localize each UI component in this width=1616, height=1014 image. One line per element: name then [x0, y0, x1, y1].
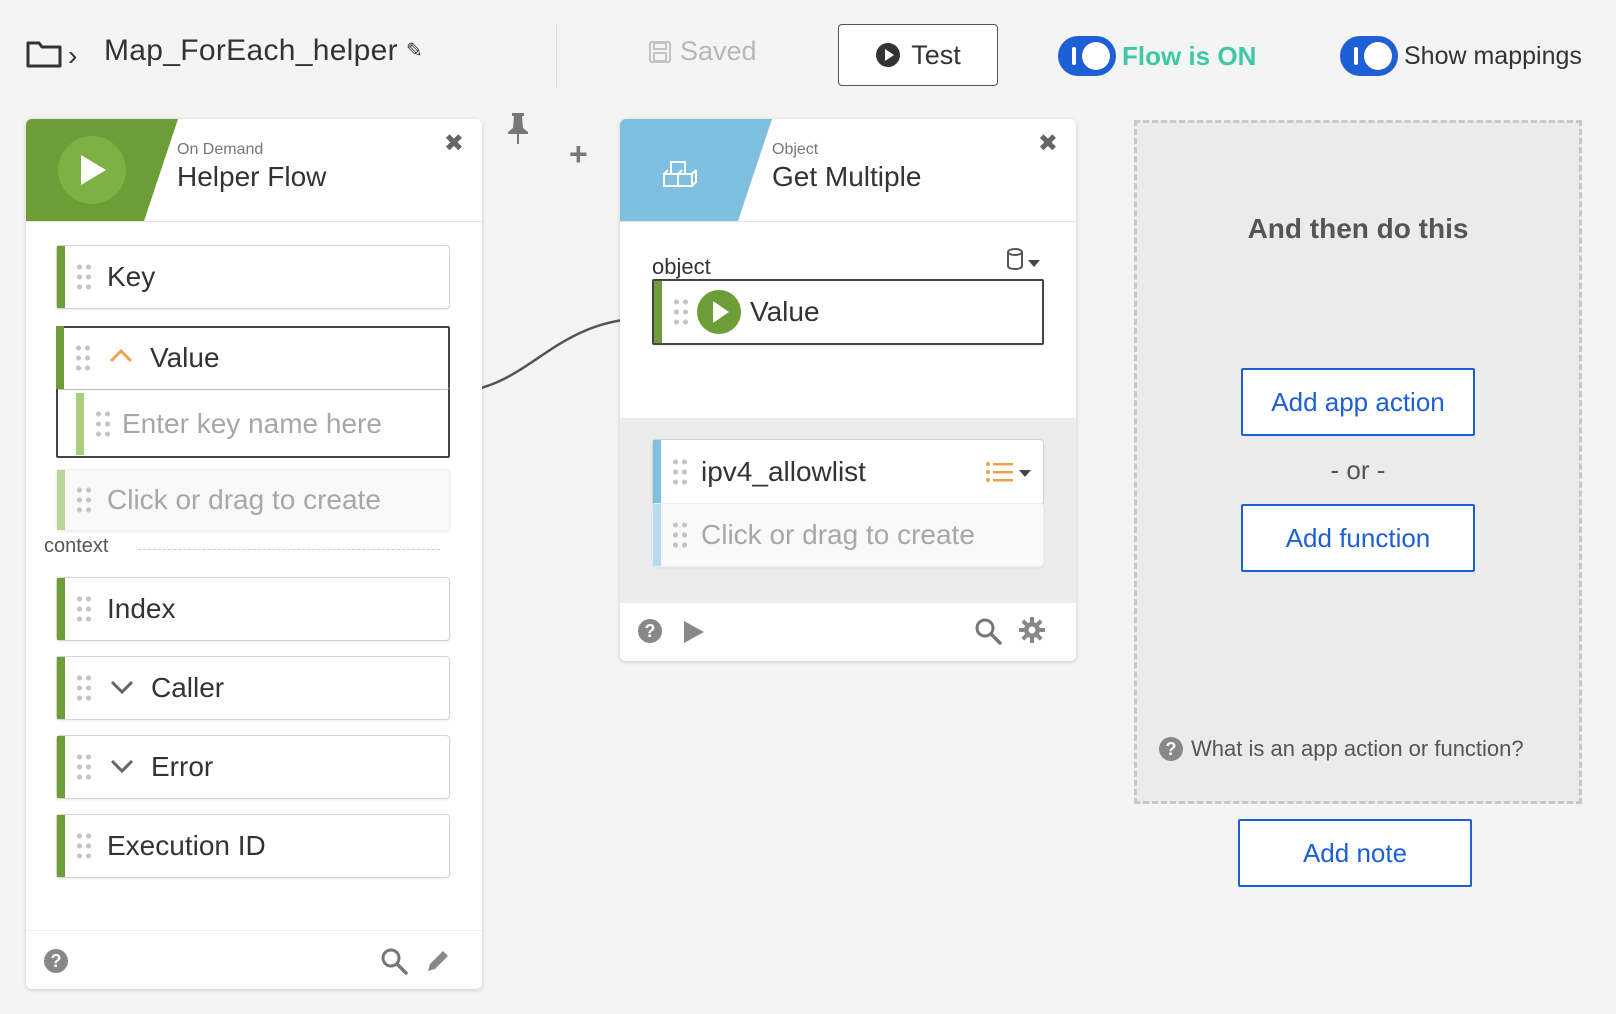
drag-handle-icon[interactable] — [75, 673, 91, 703]
action-title[interactable]: Get Multiple — [772, 161, 921, 193]
context-label: context — [44, 535, 109, 557]
test-label: Test — [911, 39, 961, 70]
close-icon[interactable]: ✖ — [444, 129, 464, 158]
chevron-up-icon[interactable] — [108, 346, 134, 364]
action-card-header: Object Get Multiple ✖ — [620, 119, 1076, 222]
toggle-switch[interactable] — [1058, 36, 1116, 76]
add-function-button[interactable]: Add function — [1241, 504, 1475, 572]
field-label: Key — [107, 261, 156, 292]
flow-status-toggle[interactable]: Flow is ON — [1058, 36, 1256, 76]
drag-handle-icon[interactable] — [75, 752, 91, 782]
list-dropdown-icon[interactable] — [985, 460, 1035, 486]
field-error[interactable]: Error — [56, 735, 450, 799]
trigger-title[interactable]: Helper Flow — [177, 161, 326, 193]
add-step-plus-icon[interactable]: + — [569, 136, 588, 173]
create-output-field[interactable]: Click or drag to create — [652, 503, 1044, 567]
chevron-down-icon[interactable] — [109, 679, 135, 697]
trigger-card-footer: ? — [26, 930, 482, 989]
help-link[interactable]: ? What is an app action or function? — [1159, 736, 1524, 762]
breadcrumb-chevron-icon: › — [68, 40, 78, 71]
field-caller[interactable]: Caller — [56, 656, 450, 720]
create-field[interactable]: Click or drag to create — [56, 469, 450, 531]
next-step-panel: And then do this Add app action - or - A… — [1134, 120, 1582, 804]
test-button[interactable]: Test — [838, 24, 998, 86]
trigger-banner — [26, 119, 178, 221]
output-label: ipv4_allowlist — [701, 456, 866, 487]
key-name-placeholder: Enter key name here — [122, 408, 382, 439]
input-value-mapped[interactable]: Value — [652, 279, 1044, 345]
field-value[interactable]: Value — [56, 326, 450, 390]
drag-handle-icon[interactable] — [672, 297, 688, 327]
context-divider — [138, 549, 440, 550]
save-icon — [649, 40, 671, 63]
field-label: Value — [150, 341, 220, 373]
database-dropdown-icon[interactable] — [1006, 247, 1042, 273]
create-placeholder: Click or drag to create — [107, 484, 381, 515]
help-icon[interactable]: ? — [44, 949, 68, 973]
saved-indicator: Saved — [648, 36, 757, 67]
drag-handle-icon[interactable] — [74, 342, 90, 373]
help-icon: ? — [1159, 737, 1183, 761]
toggle-switch[interactable] — [1340, 36, 1398, 76]
action-card-footer: ? — [620, 603, 1076, 661]
pencil-icon[interactable]: ✎ — [406, 38, 423, 63]
next-step-title: And then do this — [1247, 213, 1469, 244]
key-name-input[interactable]: Enter key name here — [76, 393, 448, 455]
add-app-action-button[interactable]: Add app action — [1241, 368, 1475, 436]
field-label: Index — [107, 593, 176, 624]
drag-handle-icon[interactable] — [671, 457, 687, 487]
drag-handle-icon[interactable] — [75, 485, 91, 515]
search-icon[interactable] — [974, 617, 1002, 645]
output-ipv4-allowlist[interactable]: ipv4_allowlist — [652, 439, 1044, 505]
drag-handle-icon[interactable] — [75, 831, 91, 861]
close-icon[interactable]: ✖ — [1038, 129, 1058, 158]
show-mappings-label: Show mappings — [1404, 41, 1582, 70]
field-label: Error — [151, 751, 214, 782]
trigger-card: On Demand Helper Flow ✖ Key Value Enter … — [26, 119, 482, 989]
drag-handle-icon[interactable] — [94, 409, 110, 439]
gear-icon[interactable] — [1018, 616, 1046, 644]
drag-handle-icon[interactable] — [75, 594, 91, 624]
pencil-icon[interactable] — [424, 947, 452, 975]
field-index[interactable]: Index — [56, 577, 450, 641]
action-card: Object Get Multiple ✖ object Value ipv4_… — [620, 119, 1076, 661]
add-note-button[interactable]: Add note — [1238, 819, 1472, 887]
play-circle-icon — [876, 43, 901, 67]
input-value-label: Value — [750, 296, 820, 327]
field-label: Execution ID — [107, 830, 266, 861]
help-link-text[interactable]: What is an app action or function? — [1191, 736, 1524, 762]
flow-name[interactable]: Map_ForEach_helper — [104, 34, 398, 68]
folder-icon[interactable] — [26, 38, 62, 68]
field-execution-id[interactable]: Execution ID — [56, 814, 450, 878]
drag-handle-icon[interactable] — [671, 520, 687, 550]
create-placeholder: Click or drag to create — [701, 519, 975, 550]
action-banner — [620, 119, 772, 221]
search-icon[interactable] — [380, 947, 408, 975]
show-mappings-toggle[interactable]: Show mappings — [1340, 36, 1582, 76]
pin-icon[interactable] — [504, 112, 532, 146]
field-key[interactable]: Key — [56, 245, 450, 309]
trigger-card-header: On Demand Helper Flow ✖ — [26, 119, 482, 222]
or-separator: - or - — [1330, 455, 1386, 485]
trigger-type: On Demand — [177, 141, 264, 158]
play-circle-icon — [697, 290, 741, 334]
help-icon[interactable]: ? — [638, 619, 662, 643]
drag-handle-icon[interactable] — [75, 262, 91, 292]
chevron-down-icon[interactable] — [109, 758, 135, 776]
action-type: Object — [772, 141, 819, 158]
field-label: Caller — [151, 672, 225, 703]
divider — [556, 24, 557, 88]
input-label-object: object — [652, 254, 711, 279]
flow-status-label: Flow is ON — [1122, 40, 1257, 71]
saved-label: Saved — [680, 36, 757, 66]
play-icon[interactable] — [682, 619, 706, 645]
